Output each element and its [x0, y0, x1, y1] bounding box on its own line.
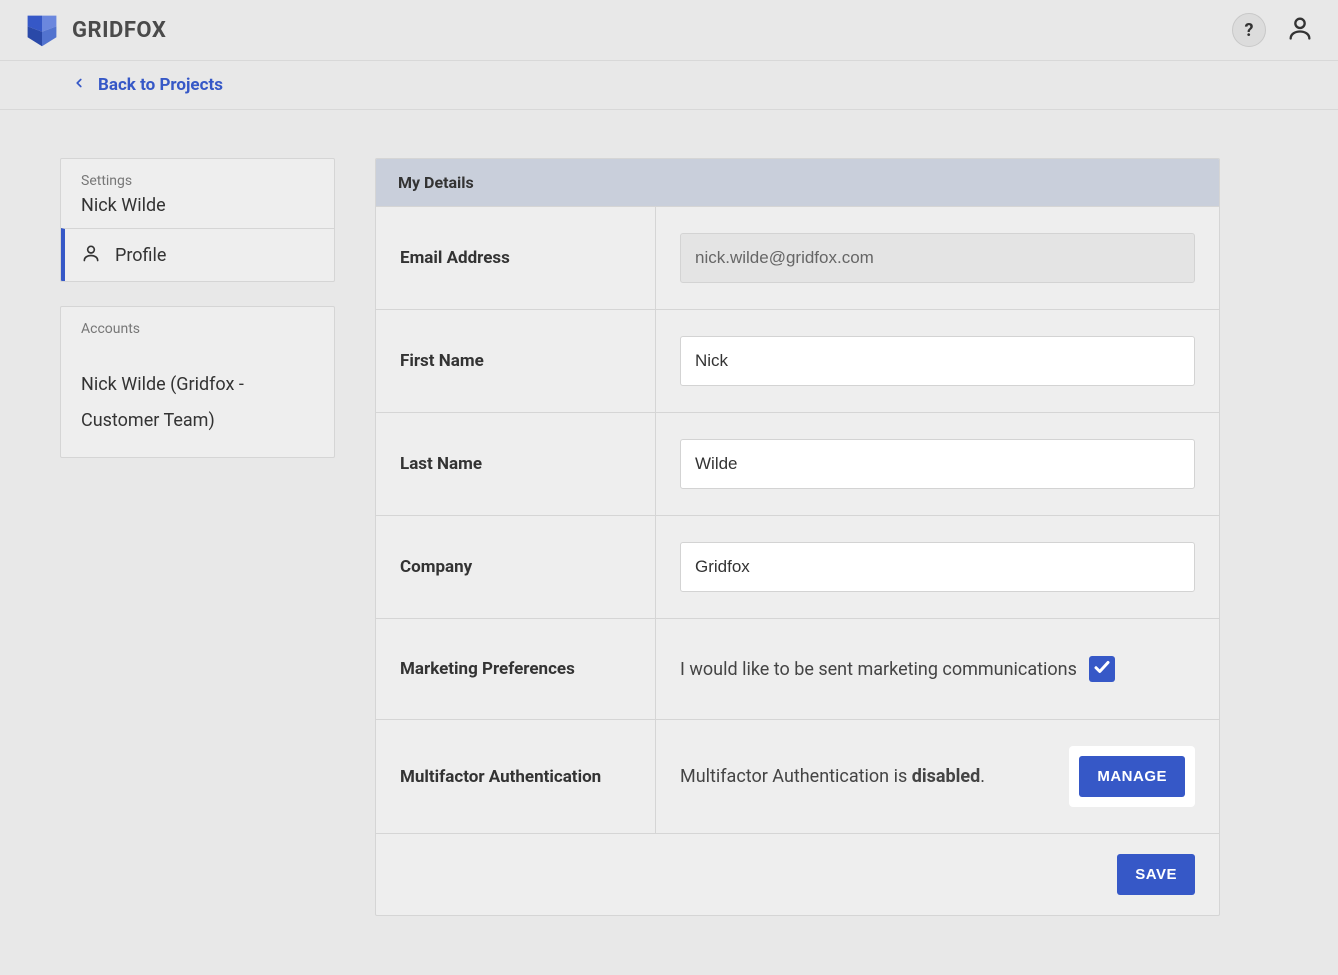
- sidebar-item-label: Profile: [115, 245, 166, 266]
- value-last-name: [656, 413, 1219, 515]
- save-button[interactable]: SAVE: [1117, 854, 1195, 895]
- company-field[interactable]: [680, 542, 1195, 592]
- help-button[interactable]: ?: [1232, 13, 1266, 47]
- sidebar-settings-header: Settings Nick Wilde: [61, 159, 334, 228]
- header-left: GRIDFOX: [24, 12, 166, 48]
- mfa-text-suffix: .: [980, 766, 985, 787]
- back-to-projects-link[interactable]: Back to Projects: [72, 75, 223, 95]
- value-first-name: [656, 310, 1219, 412]
- header-right: ?: [1232, 13, 1314, 47]
- sidebar-user-name: Nick Wilde: [81, 195, 314, 216]
- panel-footer: SAVE: [376, 833, 1219, 915]
- row-first-name: First Name: [376, 309, 1219, 412]
- label-first-name: First Name: [376, 310, 656, 412]
- sidebar-accounts-header: Accounts: [61, 307, 334, 355]
- label-last-name: Last Name: [376, 413, 656, 515]
- sidebar: Settings Nick Wilde Profile Accounts Nic…: [60, 158, 335, 482]
- value-email: [656, 207, 1219, 309]
- row-last-name: Last Name: [376, 412, 1219, 515]
- check-icon: [1093, 658, 1111, 680]
- subheader: Back to Projects: [0, 61, 1338, 110]
- chevron-left-icon: [72, 75, 86, 95]
- sidebar-settings-label: Settings: [81, 173, 314, 189]
- row-email: Email Address: [376, 206, 1219, 309]
- manage-button-highlight: MANAGE: [1069, 746, 1195, 807]
- question-mark-icon: ?: [1245, 20, 1254, 41]
- content-container: Settings Nick Wilde Profile Accounts Nic…: [0, 110, 1280, 964]
- marketing-checkbox[interactable]: [1089, 656, 1115, 682]
- mfa-status-text: Multifactor Authentication is disabled.: [680, 766, 985, 787]
- gridfox-logo-icon: [24, 12, 60, 48]
- mfa-text-prefix: Multifactor Authentication is: [680, 766, 912, 787]
- email-field: [680, 233, 1195, 283]
- sidebar-accounts-label: Accounts: [81, 321, 314, 337]
- label-email: Email Address: [376, 207, 656, 309]
- value-mfa: Multifactor Authentication is disabled. …: [656, 720, 1219, 833]
- last-name-field[interactable]: [680, 439, 1195, 489]
- marketing-pref-text: I would like to be sent marketing commun…: [680, 659, 1077, 680]
- panel-title: My Details: [376, 159, 1219, 206]
- back-link-label: Back to Projects: [98, 75, 223, 95]
- sidebar-account-item[interactable]: Nick Wilde (Gridfox - Customer Team): [61, 355, 334, 457]
- value-marketing: I would like to be sent marketing commun…: [656, 619, 1219, 719]
- sidebar-item-profile[interactable]: Profile: [61, 228, 334, 281]
- row-mfa: Multifactor Authentication Multifactor A…: [376, 719, 1219, 833]
- mfa-status: disabled: [912, 766, 981, 787]
- label-company: Company: [376, 516, 656, 618]
- brand-name: GRIDFOX: [72, 18, 166, 43]
- details-panel: My Details Email Address First Name Last…: [375, 158, 1220, 916]
- app-header: GRIDFOX ?: [0, 0, 1338, 61]
- person-icon: [81, 243, 101, 267]
- manage-mfa-button[interactable]: MANAGE: [1079, 756, 1185, 797]
- label-marketing: Marketing Preferences: [376, 619, 656, 719]
- row-marketing: Marketing Preferences I would like to be…: [376, 618, 1219, 719]
- sidebar-settings-card: Settings Nick Wilde Profile: [60, 158, 335, 282]
- label-mfa: Multifactor Authentication: [376, 720, 656, 833]
- sidebar-accounts-card: Accounts Nick Wilde (Gridfox - Customer …: [60, 306, 335, 458]
- row-company: Company: [376, 515, 1219, 618]
- first-name-field[interactable]: [680, 336, 1195, 386]
- user-menu-button[interactable]: [1286, 14, 1314, 46]
- main-panel: My Details Email Address First Name Last…: [375, 158, 1220, 916]
- value-company: [656, 516, 1219, 618]
